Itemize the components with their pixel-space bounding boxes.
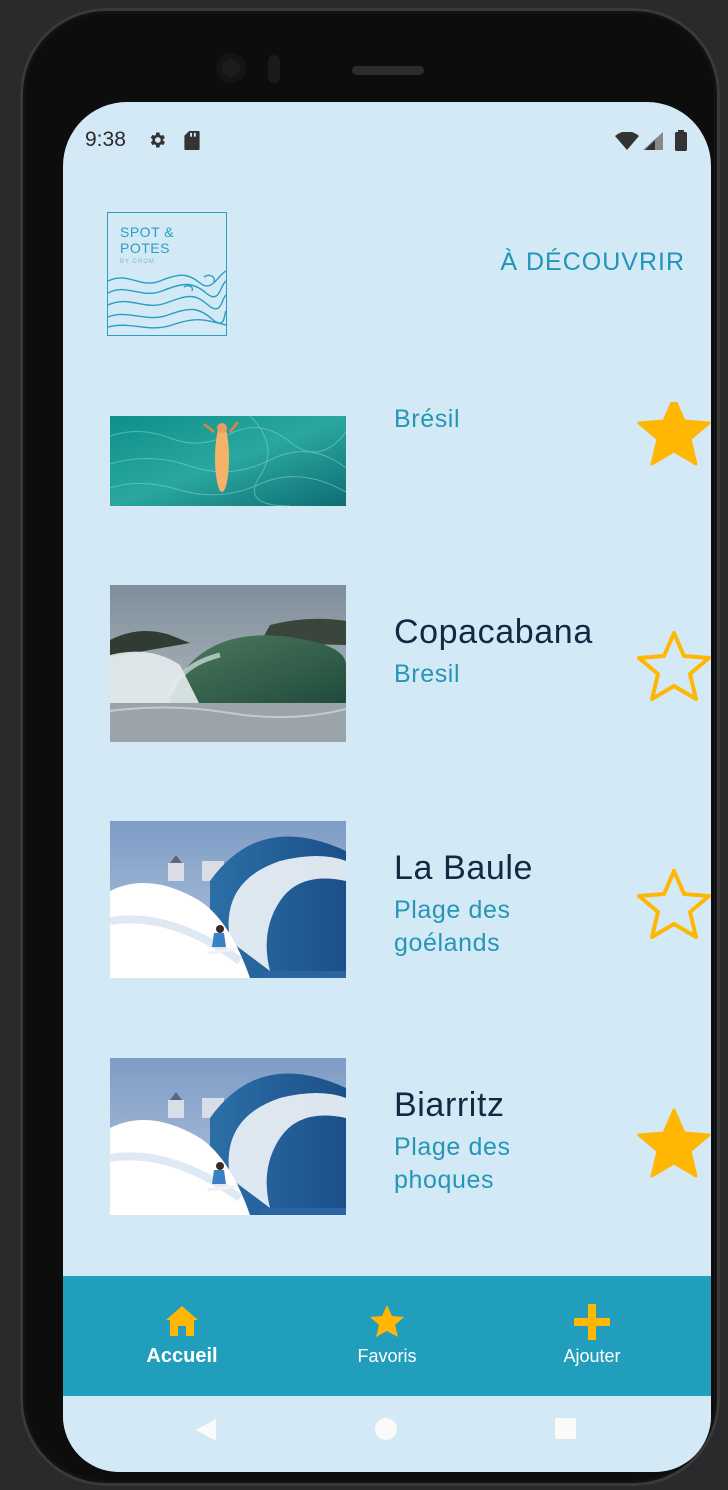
logo-line-2: POTES [120, 240, 170, 256]
app-screen: 9:38 SPOT & POTES BY CROM À DÉCOUVRIR Br… [63, 102, 711, 1472]
home-button[interactable] [375, 1418, 397, 1440]
tab-accueil[interactable]: Accueil [74, 1276, 290, 1396]
speaker-grille [352, 66, 424, 75]
home-icon [166, 1306, 198, 1336]
bottom-tab-bar: Accueil Favoris Ajouter [63, 1276, 711, 1396]
star-filled-icon[interactable] [635, 1106, 711, 1184]
spot-location: Bresil [394, 660, 461, 688]
logo-waves [108, 270, 226, 329]
spot-location: Plage des goélands [394, 896, 511, 957]
phone-frame: 9:38 SPOT & POTES BY CROM À DÉCOUVRIR Br… [20, 8, 720, 1486]
spot-image-barrel [110, 585, 346, 742]
spot-image-surfer [110, 821, 346, 978]
spot-image-turquoise [110, 416, 346, 506]
tab-label: Accueil [146, 1345, 218, 1367]
spot-name: Copacabana [394, 613, 593, 651]
spot-name: La Baule [394, 849, 534, 887]
system-nav-bar [63, 1396, 711, 1472]
gear-icon [150, 132, 165, 148]
back-icon[interactable] [194, 1417, 218, 1443]
star-filled-icon[interactable] [635, 402, 711, 472]
star-outline-icon[interactable] [635, 629, 711, 707]
tab-label: Favoris [357, 1346, 417, 1366]
tab-favoris[interactable]: Favoris [279, 1276, 495, 1396]
discover-link[interactable]: À DÉCOUVRIR [500, 248, 685, 277]
list-item[interactable]: La Baule Plage des goélands [63, 821, 711, 981]
camera-icon [216, 53, 246, 83]
tab-ajouter[interactable]: Ajouter [484, 1276, 700, 1396]
tab-label: Ajouter [563, 1346, 621, 1366]
wifi-icon [615, 132, 639, 150]
list-item[interactable]: Copacabana Bresil [63, 585, 711, 745]
plus-icon [574, 1304, 610, 1340]
logo-tagline: BY CROM [120, 259, 155, 265]
sensor [268, 55, 280, 83]
logo-line-1: SPOT & [120, 224, 175, 240]
battery-icon [675, 130, 687, 151]
star-outline-icon[interactable] [635, 867, 711, 945]
status-time: 9:38 [85, 128, 126, 151]
list-item[interactable]: Brésil [63, 402, 711, 542]
signal-icon [643, 132, 663, 150]
spot-list[interactable]: Brésil Copacabana Bresil La Baule Plage … [63, 402, 711, 1372]
spot-name: Biarritz [394, 1086, 505, 1124]
sd-card-icon [184, 131, 200, 150]
spot-image-surfer [110, 1058, 346, 1215]
spot-location: Plage des phoques [394, 1133, 511, 1194]
star-icon [370, 1305, 404, 1337]
recents-button[interactable] [555, 1418, 576, 1439]
spot-location: Brésil [394, 405, 461, 433]
list-item[interactable]: Biarritz Plage des phoques [63, 1058, 711, 1218]
app-logo: SPOT & POTES BY CROM [107, 212, 227, 336]
status-bar: 9:38 [63, 102, 711, 172]
